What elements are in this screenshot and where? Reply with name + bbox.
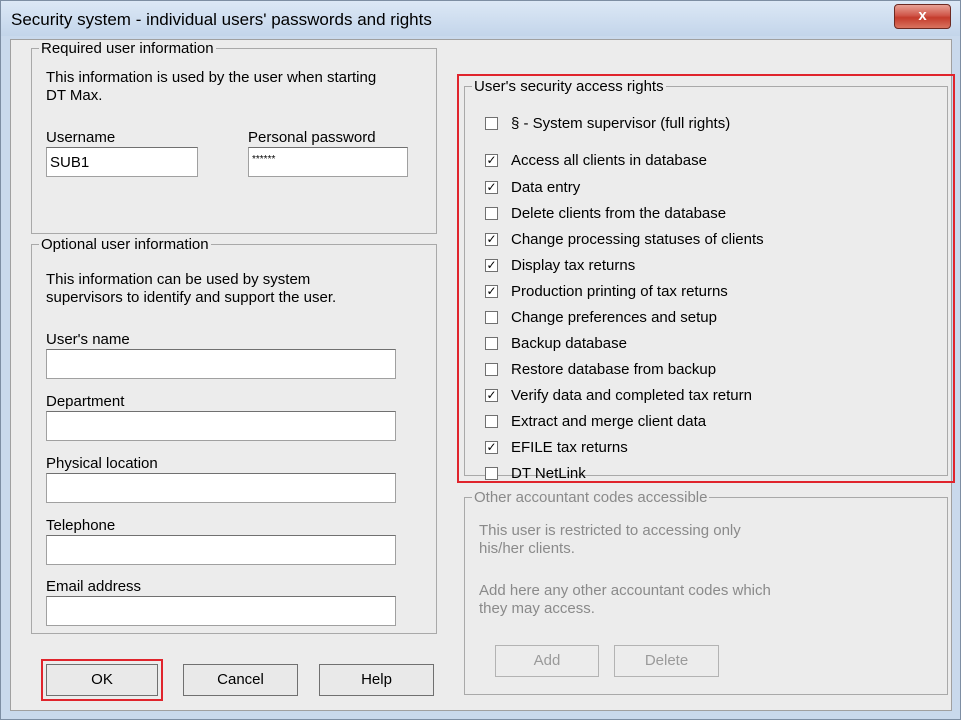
dialog-body: Required user information This informati… — [10, 39, 955, 711]
dialog-window: Security system - individual users' pass… — [0, 0, 961, 720]
telephone-label: Telephone — [46, 517, 116, 534]
delete-code-button[interactable]: Delete — [614, 645, 719, 677]
rights-checkbox-label: Access all clients in database — [511, 152, 707, 169]
other-codes-text-1: This user is restricted to accessing onl… — [479, 522, 741, 539]
email-label: Email address — [46, 578, 142, 595]
rights-checkbox-label: Restore database from backup — [511, 361, 717, 378]
title-bar[interactable]: Security system - individual users' pass… — [1, 1, 960, 36]
cancel-button[interactable]: Cancel — [183, 664, 298, 696]
username-label: Username — [46, 129, 116, 146]
location-label: Physical location — [46, 455, 158, 472]
optional-info-text-2: supervisors to identify and support the … — [46, 289, 337, 306]
checked-checkbox-icon[interactable]: ✓ — [485, 154, 498, 167]
users-name-input[interactable] — [46, 349, 396, 379]
optional-info-group: Optional user information This informati… — [31, 236, 437, 634]
help-button[interactable]: Help — [319, 664, 434, 696]
telephone-input[interactable] — [46, 535, 396, 565]
security-rights-legend: User's security access rights — [472, 78, 666, 95]
rights-checkbox-label: DT NetLink — [511, 465, 586, 482]
unchecked-checkbox-icon[interactable] — [485, 207, 498, 220]
checked-checkbox-icon[interactable]: ✓ — [485, 181, 498, 194]
checked-checkbox-icon[interactable]: ✓ — [485, 389, 498, 402]
department-input[interactable] — [46, 411, 396, 441]
other-codes-text-3: Add here any other accountant codes whic… — [479, 582, 771, 599]
other-codes-legend: Other accountant codes accessible — [472, 489, 710, 506]
unchecked-checkbox-icon[interactable] — [485, 467, 498, 480]
ok-button[interactable]: OK — [46, 664, 158, 696]
location-input[interactable] — [46, 473, 396, 503]
rights-checkbox-label: Backup database — [511, 335, 627, 352]
required-info-group: Required user information This informati… — [31, 40, 437, 234]
close-icon: x — [918, 7, 927, 24]
unchecked-checkbox-icon[interactable] — [485, 363, 498, 376]
required-info-text-1: This information is used by the user whe… — [46, 69, 377, 86]
username-input[interactable]: SUB1 — [46, 147, 198, 177]
rights-checkbox-label: § - System supervisor (full rights) — [511, 115, 731, 132]
rights-checkbox-label: Verify data and completed tax return — [511, 387, 752, 404]
unchecked-checkbox-icon[interactable] — [485, 311, 498, 324]
password-label: Personal password — [248, 129, 376, 146]
rights-checkbox-label: Delete clients from the database — [511, 205, 727, 222]
checked-checkbox-icon[interactable]: ✓ — [485, 441, 498, 454]
optional-info-text-1: This information can be used by system — [46, 271, 311, 288]
rights-checkbox-label: Change processing statuses of clients — [511, 231, 764, 248]
optional-info-legend: Optional user information — [39, 236, 211, 253]
rights-checkbox-label: Production printing of tax returns — [511, 283, 728, 300]
security-rights-group: User's security access rights § - System… — [464, 78, 948, 482]
checked-checkbox-icon[interactable]: ✓ — [485, 259, 498, 272]
other-codes-group: Other accountant codes accessible This u… — [464, 489, 948, 695]
users-name-label: User's name — [46, 331, 130, 348]
email-input[interactable] — [46, 596, 396, 626]
window-title: Security system - individual users' pass… — [11, 10, 432, 29]
required-info-text-2: DT Max. — [46, 87, 103, 104]
add-code-button[interactable]: Add — [495, 645, 599, 677]
rights-checkbox-label: Change preferences and setup — [511, 309, 717, 326]
rights-checkbox-label: EFILE tax returns — [511, 439, 628, 456]
rights-checkbox-label: Data entry — [511, 179, 581, 196]
required-info-legend: Required user information — [39, 40, 216, 57]
checked-checkbox-icon[interactable]: ✓ — [485, 233, 498, 246]
checked-checkbox-icon[interactable]: ✓ — [485, 285, 498, 298]
department-label: Department — [46, 393, 125, 410]
rights-checkbox-label: Display tax returns — [511, 257, 636, 274]
close-button[interactable]: x — [894, 4, 951, 29]
rights-checkbox-label: Extract and merge client data — [511, 413, 707, 430]
unchecked-checkbox-icon[interactable] — [485, 337, 498, 350]
other-codes-text-2: his/her clients. — [479, 540, 575, 557]
unchecked-checkbox-icon[interactable] — [485, 415, 498, 428]
unchecked-checkbox-icon[interactable] — [485, 117, 498, 130]
other-codes-text-4: they may access. — [479, 600, 595, 617]
password-input[interactable]: ****** — [248, 147, 408, 177]
